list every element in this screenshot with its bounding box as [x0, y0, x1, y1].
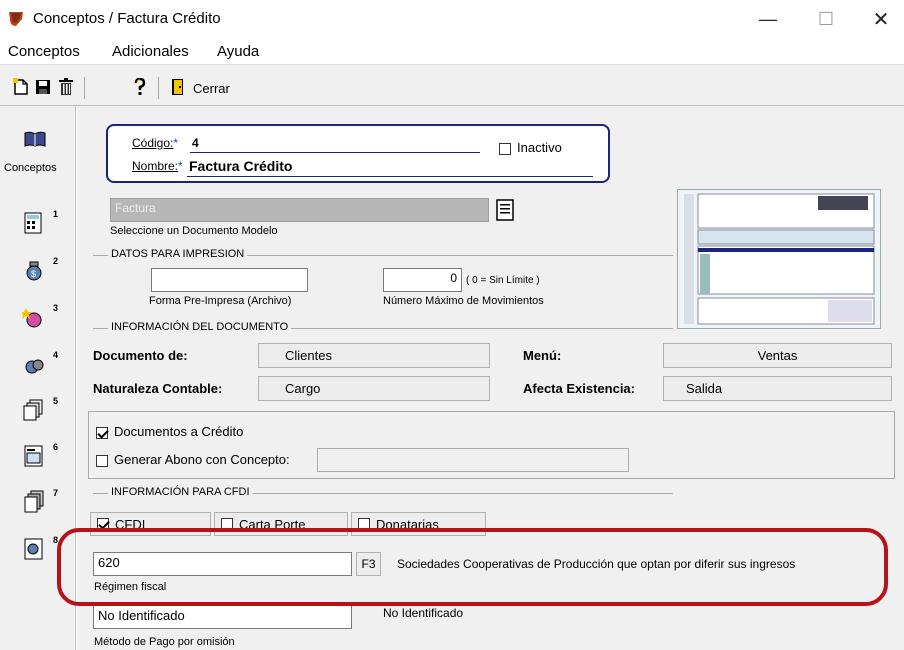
nombre-label: Nombre:* — [132, 159, 183, 173]
inactivo-check-icon — [499, 142, 511, 155]
new-document-icon — [13, 78, 28, 95]
sidebar-number: 4 — [53, 350, 59, 360]
sidebar-number: 1 — [53, 209, 59, 219]
naturaleza-contable-value: Cargo — [258, 376, 490, 401]
sidebar-number: 6 — [53, 442, 59, 452]
sidebar-number: 3 — [53, 303, 59, 313]
menu-bar: Conceptos Adicionales Ayuda — [0, 38, 904, 64]
documento-de-value: Clientes — [258, 343, 490, 368]
afecta-existencia-label: Afecta Existencia: — [523, 381, 635, 396]
trash-icon — [59, 78, 73, 95]
documentos-credito-checkbox[interactable]: Documentos a Crédito — [96, 424, 243, 439]
highlight-annotation — [57, 528, 888, 606]
max-movimientos-input[interactable]: 0 — [383, 268, 462, 292]
nombre-underline — [187, 176, 593, 177]
browse-document-icon[interactable] — [495, 199, 515, 221]
required-mark: * — [178, 159, 183, 173]
required-mark: * — [173, 136, 179, 150]
help-question-icon — [134, 78, 146, 95]
title-bar: Conceptos / Factura Crédito — ☐ ✕ — [0, 0, 904, 38]
metodo-pago-description: No Identificado — [383, 606, 464, 620]
money-bags-icon[interactable] — [22, 352, 46, 376]
menu-ayuda[interactable]: Ayuda — [217, 43, 259, 60]
menu-conceptos[interactable]: Conceptos — [8, 43, 80, 60]
close-label[interactable]: Cerrar — [193, 81, 230, 96]
app-shield-icon — [9, 12, 23, 26]
codigo-underline — [190, 152, 480, 153]
abono-concepto-field[interactable] — [317, 448, 629, 472]
document-check-icon[interactable] — [22, 537, 46, 561]
document-preview-thumbnail — [677, 189, 881, 329]
money-bag-icon[interactable]: $ — [22, 258, 46, 282]
help-button[interactable] — [130, 78, 150, 96]
toolbar-separator — [158, 77, 159, 99]
menu-adicionales[interactable]: Adicionales — [112, 43, 189, 60]
naturaleza-contable-label: Naturaleza Contable: — [93, 381, 223, 396]
window-title: Conceptos / Factura Crédito — [33, 10, 221, 27]
inactivo-checkbox[interactable]: Inactivo — [499, 140, 562, 155]
sidebar-number: 7 — [53, 488, 59, 498]
generar-abono-checkbox[interactable]: Generar Abono con Concepto: — [96, 452, 290, 467]
forma-preimpresa-input[interactable] — [151, 268, 308, 292]
new-button[interactable] — [11, 78, 31, 96]
forma-preimpresa-label: Forma Pre-Impresa (Archivo) — [149, 295, 292, 307]
generar-abono-check-icon — [96, 454, 108, 467]
codigo-label: Código:* — [132, 136, 178, 150]
minimize-button[interactable]: — — [745, 6, 791, 32]
calculator-icon[interactable] — [22, 211, 46, 235]
nombre-label-text: Nombre: — [132, 159, 179, 173]
inactivo-label: Inactivo — [517, 140, 562, 155]
invoice-preview-image — [678, 190, 880, 328]
impresion-section-title: DATOS PARA IMPRESION — [108, 248, 248, 260]
codigo-label-text: Código: — [132, 136, 174, 150]
documento-modelo-field: Factura — [110, 198, 489, 222]
cfdi-section-title: INFORMACIÓN PARA CFDI — [108, 486, 253, 498]
modelo-label: Seleccione un Documento Modelo — [110, 225, 278, 237]
toolbar: Cerrar — [0, 64, 904, 106]
documentos-credito-check-icon — [96, 426, 108, 439]
generar-abono-label: Generar Abono con Concepto: — [114, 452, 290, 467]
stacked-pages-icon[interactable] — [22, 490, 46, 514]
svg-text:$: $ — [31, 269, 36, 279]
metodo-pago-label: Método de Pago por omisión — [94, 636, 235, 648]
exit-door-icon — [172, 79, 183, 95]
afecta-existencia-value: Salida — [663, 376, 892, 401]
max-movimientos-hint: ( 0 = Sin Límite ) — [466, 275, 540, 286]
nombre-value[interactable]: Factura Crédito — [189, 158, 292, 174]
documento-de-label: Documento de: — [93, 348, 188, 363]
codigo-value[interactable]: 4 — [192, 136, 199, 150]
floppy-disk-icon — [36, 80, 50, 94]
stacked-documents-icon[interactable] — [22, 398, 46, 422]
toolbar-separator — [84, 77, 85, 99]
documento-section-title: INFORMACIÓN DEL DOCUMENTO — [108, 321, 292, 333]
documentos-credito-label: Documentos a Crédito — [114, 424, 244, 439]
menu-label: Menú: — [523, 348, 562, 363]
exit-door-button[interactable] — [168, 78, 188, 96]
money-bag-star-icon[interactable] — [22, 305, 46, 329]
sidebar-label-conceptos[interactable]: Conceptos — [4, 162, 57, 174]
close-window-button[interactable]: ✕ — [858, 6, 904, 32]
sidebar-number: 5 — [53, 396, 59, 406]
max-movimientos-label: Número Máximo de Movimientos — [383, 295, 544, 307]
sidebar-number: 2 — [53, 256, 59, 266]
book-icon[interactable] — [24, 130, 46, 148]
document-sheet-icon[interactable] — [22, 444, 46, 468]
maximize-button[interactable]: ☐ — [803, 6, 849, 32]
delete-button[interactable] — [56, 78, 76, 96]
save-button[interactable] — [33, 78, 53, 96]
menu-value: Ventas — [663, 343, 892, 368]
metodo-pago-input[interactable]: No Identificado — [93, 605, 352, 629]
